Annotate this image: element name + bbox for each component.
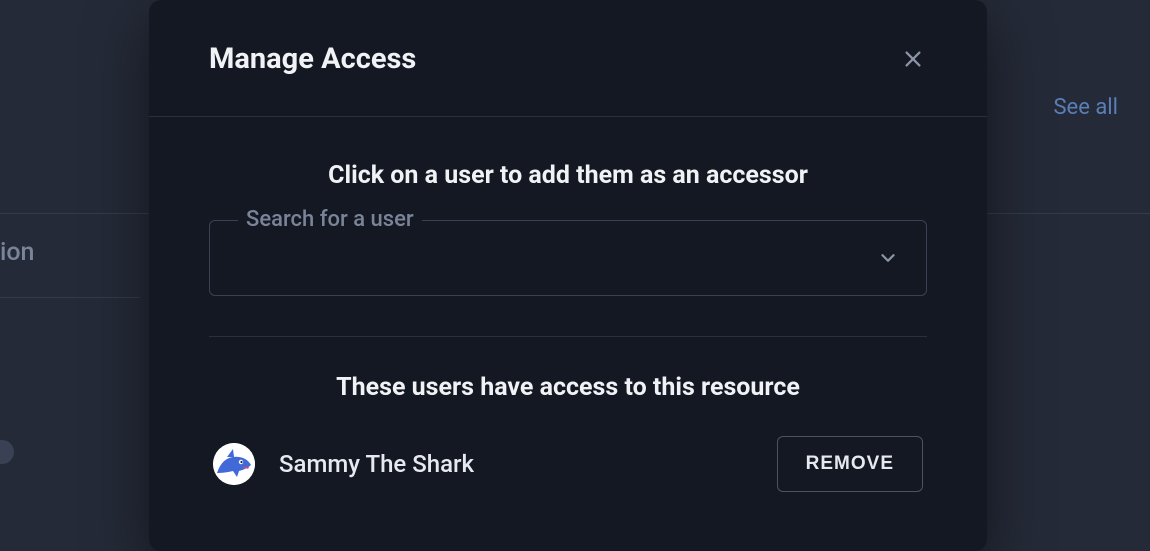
section-divider [209, 336, 927, 337]
dropdown-toggle[interactable] [874, 244, 902, 272]
access-heading: These users have access to this resource [209, 373, 927, 402]
search-label: Search for a user [238, 207, 422, 232]
modal-body: Click on a user to add them as an access… [149, 117, 987, 492]
user-name: Sammy The Shark [279, 450, 474, 478]
close-button[interactable] [899, 45, 927, 73]
modal-title: Manage Access [209, 42, 416, 76]
user-search-select[interactable]: Search for a user [209, 220, 927, 296]
remove-button[interactable]: REMOVE [777, 436, 923, 492]
bg-divider-2 [0, 297, 140, 298]
see-all-link[interactable]: See all [1053, 95, 1118, 120]
search-input[interactable] [234, 247, 874, 270]
user-row: Sammy The Shark REMOVE [209, 436, 927, 492]
bg-text-fragment: ion [0, 238, 34, 267]
bg-shape [0, 440, 14, 464]
close-icon [902, 48, 924, 70]
chevron-down-icon [877, 247, 899, 269]
modal-header: Manage Access [149, 0, 987, 117]
manage-access-modal: Manage Access Click on a user to add the… [149, 0, 987, 551]
shark-avatar-icon [213, 443, 255, 485]
avatar [213, 443, 255, 485]
user-info: Sammy The Shark [213, 443, 474, 485]
add-user-prompt: Click on a user to add them as an access… [209, 161, 927, 190]
